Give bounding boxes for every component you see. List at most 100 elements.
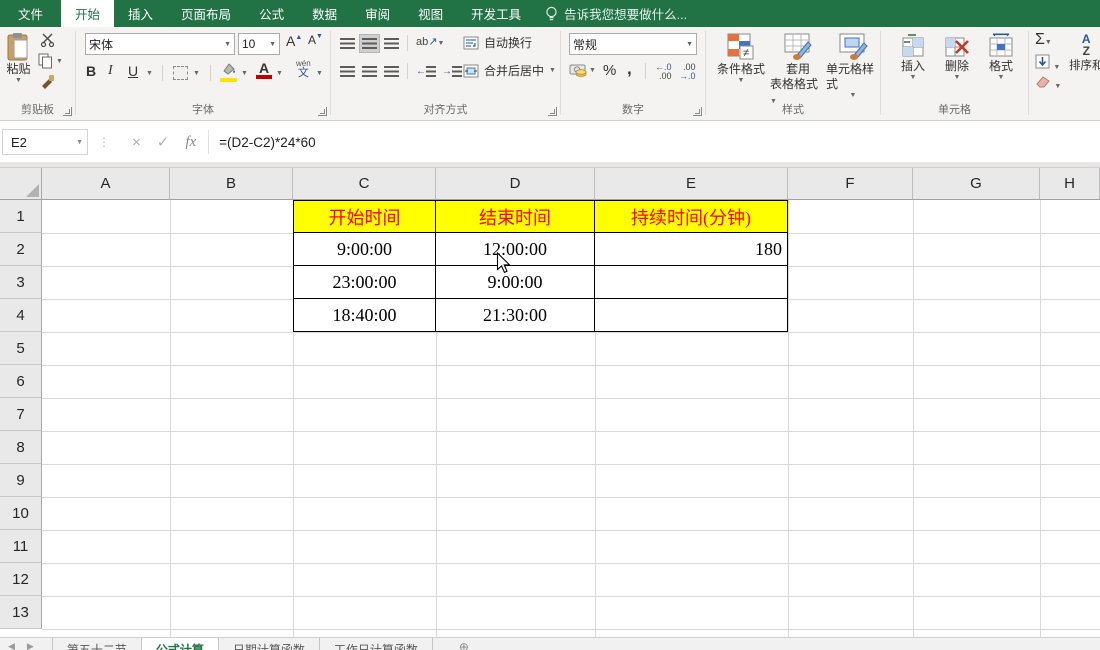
row-header-10[interactable]: 10 (0, 497, 42, 530)
decrease-indent-button[interactable]: ← (415, 63, 437, 80)
insert-cells-button[interactable]: 插入 ▼ (893, 33, 933, 81)
underline-button[interactable]: U (128, 63, 138, 79)
copy-button[interactable]: ▼ (38, 53, 53, 72)
align-left-button[interactable] (338, 63, 357, 80)
row-header-13[interactable]: 13 (0, 596, 42, 629)
cell-styles-arrow[interactable]: ▼ (850, 92, 857, 99)
column-header-C[interactable]: C (293, 168, 436, 200)
sheet-tab-4[interactable]: 工作日计算函数 (320, 638, 432, 650)
align-top-button[interactable] (338, 35, 357, 52)
row-header-5[interactable]: 5 (0, 332, 42, 365)
orientation-button[interactable]: ab↗▼ (416, 35, 444, 48)
merge-center-dropdown-arrow[interactable]: ▼ (549, 67, 556, 74)
phonetic-button[interactable]: wén 文 (296, 60, 311, 79)
cell-styles-button[interactable]: 单元格样式 ▼ (826, 32, 880, 99)
increase-indent-button[interactable]: → (441, 63, 463, 80)
clear-dropdown-arrow[interactable]: ▼ (1054, 83, 1061, 90)
font-name-select[interactable]: 宋体▼ (85, 33, 235, 55)
add-sheet-button[interactable]: ⊕ (459, 638, 469, 650)
insert-dropdown-arrow[interactable]: ▼ (910, 74, 917, 81)
borders-icon[interactable] (173, 66, 188, 80)
tab-developer[interactable]: 开发工具 (457, 0, 535, 27)
clear-button[interactable]: ▼ (1035, 75, 1061, 91)
font-dialog-launcher[interactable] (318, 107, 327, 116)
column-header-B[interactable]: B (170, 168, 293, 200)
row-header-6[interactable]: 6 (0, 365, 42, 398)
copy-dropdown-arrow[interactable]: ▼ (56, 58, 63, 65)
fill-color-button[interactable] (220, 63, 237, 82)
font-color-button[interactable]: A (256, 61, 272, 79)
cell-E2[interactable]: 180 (595, 233, 788, 266)
row-header-3[interactable]: 3 (0, 266, 42, 299)
decrease-decimal-button[interactable]: .00 →.0 (679, 63, 696, 82)
number-dialog-launcher[interactable] (693, 107, 702, 116)
tab-formulas[interactable]: 公式 (245, 0, 298, 27)
row-header-2[interactable]: 2 (0, 233, 42, 266)
name-box-dropdown-arrow[interactable]: ▼ (76, 139, 83, 146)
paste-button[interactable]: 粘贴 ▼ (6, 32, 31, 84)
italic-button[interactable]: I (108, 63, 113, 79)
format-dropdown-arrow[interactable]: ▼ (998, 74, 1005, 81)
font-size-select[interactable]: 10▼ (238, 33, 280, 55)
format-painter-button[interactable] (40, 74, 55, 92)
increase-decimal-button[interactable]: ←.0 .00 (655, 63, 672, 82)
format-as-table-button[interactable]: 套用 表格格式 ▼ (770, 32, 826, 107)
cell-E4[interactable] (595, 299, 788, 332)
sort-filter-button[interactable]: A Z 排序和 (1069, 33, 1100, 73)
merge-center-button[interactable]: 合并后居中 ▼ (463, 62, 556, 79)
column-header-H[interactable]: H (1040, 168, 1100, 200)
align-center-button[interactable] (360, 63, 379, 80)
cancel-button[interactable]: × (132, 134, 141, 151)
cell-D3[interactable]: 9:00:00 (436, 266, 595, 299)
sheet-tab-2-active[interactable]: 公式计算 (142, 638, 218, 650)
accounting-dropdown-arrow[interactable]: ▼ (589, 67, 596, 74)
tab-home[interactable]: 开始 (61, 0, 114, 27)
cell-D4[interactable]: 21:30:00 (436, 299, 595, 332)
paste-dropdown-arrow[interactable]: ▼ (15, 77, 22, 84)
cell-D2[interactable]: 12:00:00 (436, 233, 595, 266)
tab-page-layout[interactable]: 页面布局 (167, 0, 245, 27)
enter-button[interactable]: ✓ (157, 133, 170, 151)
row-header-9[interactable]: 9 (0, 464, 42, 497)
percent-style-button[interactable]: % (603, 62, 616, 79)
name-box[interactable]: E2 ▼ (2, 129, 88, 155)
accounting-format-button[interactable]: ▼ (569, 63, 596, 78)
formula-input[interactable]: =(D2-C2)*24*60 (209, 135, 315, 150)
select-all-corner[interactable] (0, 168, 42, 200)
insert-function-button[interactable]: fx (185, 134, 196, 151)
tab-view[interactable]: 视图 (404, 0, 457, 27)
format-cells-button[interactable]: 格式 ▼ (981, 33, 1021, 81)
borders-dropdown-arrow[interactable]: ▼ (193, 70, 200, 77)
cell-C3[interactable]: 23:00:00 (293, 266, 436, 299)
column-header-E[interactable]: E (595, 168, 788, 200)
fill-dropdown-arrow[interactable]: ▼ (1053, 64, 1060, 71)
cut-button[interactable] (40, 33, 56, 50)
fill-button[interactable]: ▼ (1035, 54, 1060, 72)
row-header-8[interactable]: 8 (0, 431, 42, 464)
tab-data[interactable]: 数据 (298, 0, 351, 27)
conditional-formatting-arrow[interactable]: ▼ (738, 77, 745, 84)
cell-C4[interactable]: 18:40:00 (293, 299, 436, 332)
cell-C2[interactable]: 9:00:00 (293, 233, 436, 266)
tab-file[interactable]: 文件 (0, 0, 61, 27)
row-header-1[interactable]: 1 (0, 200, 42, 233)
grow-font-button[interactable]: A▲ (286, 33, 302, 49)
underline-dropdown-arrow[interactable]: ▼ (146, 70, 153, 77)
cell-C1[interactable]: 开始时间 (293, 200, 436, 233)
tab-insert[interactable]: 插入 (114, 0, 167, 27)
cell-E1[interactable]: 持续时间(分钟) (595, 200, 788, 233)
fill-color-dropdown-arrow[interactable]: ▼ (241, 70, 248, 77)
row-header-7[interactable]: 7 (0, 398, 42, 431)
autosum-button[interactable]: Σ▼ (1035, 31, 1052, 49)
align-bottom-button[interactable] (382, 35, 401, 52)
alignment-dialog-launcher[interactable] (548, 107, 557, 116)
row-header-11[interactable]: 11 (0, 530, 42, 563)
conditional-formatting-button[interactable]: ≠ 条件格式 ▼ (712, 32, 770, 84)
column-header-A[interactable]: A (42, 168, 170, 200)
comma-style-button[interactable]: , (627, 59, 632, 79)
sheet-nav-arrows[interactable]: ◀▶ (0, 638, 52, 650)
cell-D1[interactable]: 结束时间 (436, 200, 595, 233)
align-middle-button[interactable] (360, 35, 379, 52)
number-format-select[interactable]: 常规▼ (569, 33, 697, 55)
tab-review[interactable]: 审阅 (351, 0, 404, 27)
